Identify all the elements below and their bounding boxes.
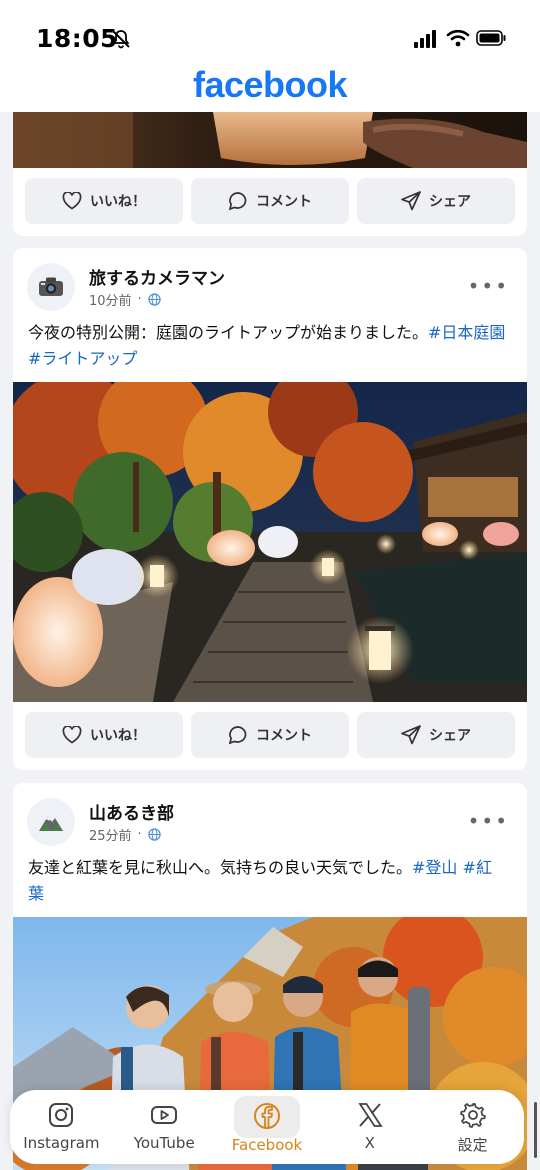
comment-label: コメント (256, 728, 312, 744)
heart-icon (62, 192, 82, 210)
post-actions-previous: いいね！ コメント シェア (25, 178, 515, 224)
send-icon (401, 191, 421, 211)
facebook-icon (253, 1103, 280, 1129)
post-image-coffee[interactable] (13, 112, 527, 168)
post-card: 旅するカメラマン 10分前 · ••• 今夜の特別公開：庭園のライトアップが始ま… (13, 248, 527, 770)
like-button[interactable]: いいね！ (25, 712, 183, 758)
like-button[interactable]: いいね！ (25, 178, 183, 224)
post-image-garden[interactable] (13, 382, 527, 702)
post-meta: 10分前 · (89, 290, 161, 309)
youtube-icon (151, 1106, 178, 1124)
more-options-icon[interactable]: ••• (468, 274, 509, 298)
mountain-icon (39, 816, 63, 831)
comment-bubble-icon (228, 726, 247, 745)
comment-label: コメント (256, 194, 312, 210)
post-body: 友達と紅葉を見に秋山へ。気持ちの良い天気でした。 (28, 858, 413, 877)
bell-muted-icon (110, 28, 132, 54)
nav-label: YouTube (133, 1134, 195, 1152)
post-actions: いいね！ コメント シェア (25, 712, 515, 758)
globe-icon (148, 293, 161, 306)
scrollbar[interactable] (534, 1102, 537, 1158)
post-author[interactable]: 旅するカメラマン (89, 264, 225, 289)
hashtag-link[interactable]: #日本庭園 (428, 323, 505, 342)
hashtag-link[interactable]: #ライトアップ (28, 349, 137, 368)
nav-label: Instagram (23, 1134, 100, 1152)
comment-bubble-icon (228, 192, 247, 211)
instagram-icon (49, 1103, 74, 1127)
nav-x[interactable]: X (318, 1090, 421, 1164)
avatar[interactable] (27, 798, 75, 846)
hashtag-link[interactable]: #登山 (412, 858, 457, 877)
cellular-signal-icon (414, 30, 436, 52)
camera-icon (39, 277, 63, 296)
heart-icon (62, 726, 82, 744)
nav-youtube[interactable]: YouTube (113, 1090, 216, 1164)
post-text: 友達と紅葉を見に秋山へ。気持ちの良い天気でした。#登山 #紅葉 (28, 855, 507, 907)
comment-button[interactable]: コメント (191, 178, 349, 224)
post-time: 25分前 (89, 829, 132, 844)
share-label: シェア (429, 194, 471, 210)
status-bar: 18:05 (0, 0, 540, 70)
nav-label: X (364, 1134, 375, 1152)
post-card-previous: いいね！ コメント シェア (13, 112, 527, 236)
post-body: 今夜の特別公開：庭園のライトアップが始まりました。 (28, 323, 429, 342)
nav-settings[interactable]: 設定 (421, 1090, 524, 1164)
x-icon (358, 1103, 383, 1127)
post-time: 10分前 (89, 294, 132, 309)
meta-separator: · (137, 827, 142, 842)
comment-button[interactable]: コメント (191, 712, 349, 758)
bottom-nav: Instagram YouTube Facebook X 設定 (10, 1090, 524, 1164)
like-label: いいね！ (90, 728, 146, 744)
nav-label: Facebook (231, 1136, 303, 1154)
nav-instagram[interactable]: Instagram (10, 1090, 113, 1164)
share-label: シェア (429, 728, 471, 744)
globe-icon (148, 828, 161, 841)
post-meta: 25分前 · (89, 825, 161, 844)
wifi-icon (446, 28, 470, 52)
gear-icon (459, 1103, 486, 1128)
app-header: facebook (0, 66, 540, 112)
nav-label: 設定 (457, 1136, 488, 1154)
post-text: 今夜の特別公開：庭園のライトアップが始まりました。#日本庭園 #ライトアップ (28, 320, 507, 372)
meta-separator: · (137, 292, 142, 307)
more-options-icon[interactable]: ••• (468, 809, 509, 833)
like-label: いいね！ (90, 194, 146, 210)
send-icon (401, 725, 421, 745)
post-author[interactable]: 山あるき部 (89, 799, 174, 824)
battery-icon (476, 30, 506, 50)
status-time: 18:05 (36, 24, 119, 53)
nav-facebook[interactable]: Facebook (216, 1090, 319, 1164)
share-button[interactable]: シェア (357, 178, 515, 224)
avatar[interactable] (27, 263, 75, 311)
facebook-logo[interactable]: facebook (193, 64, 348, 105)
share-button[interactable]: シェア (357, 712, 515, 758)
